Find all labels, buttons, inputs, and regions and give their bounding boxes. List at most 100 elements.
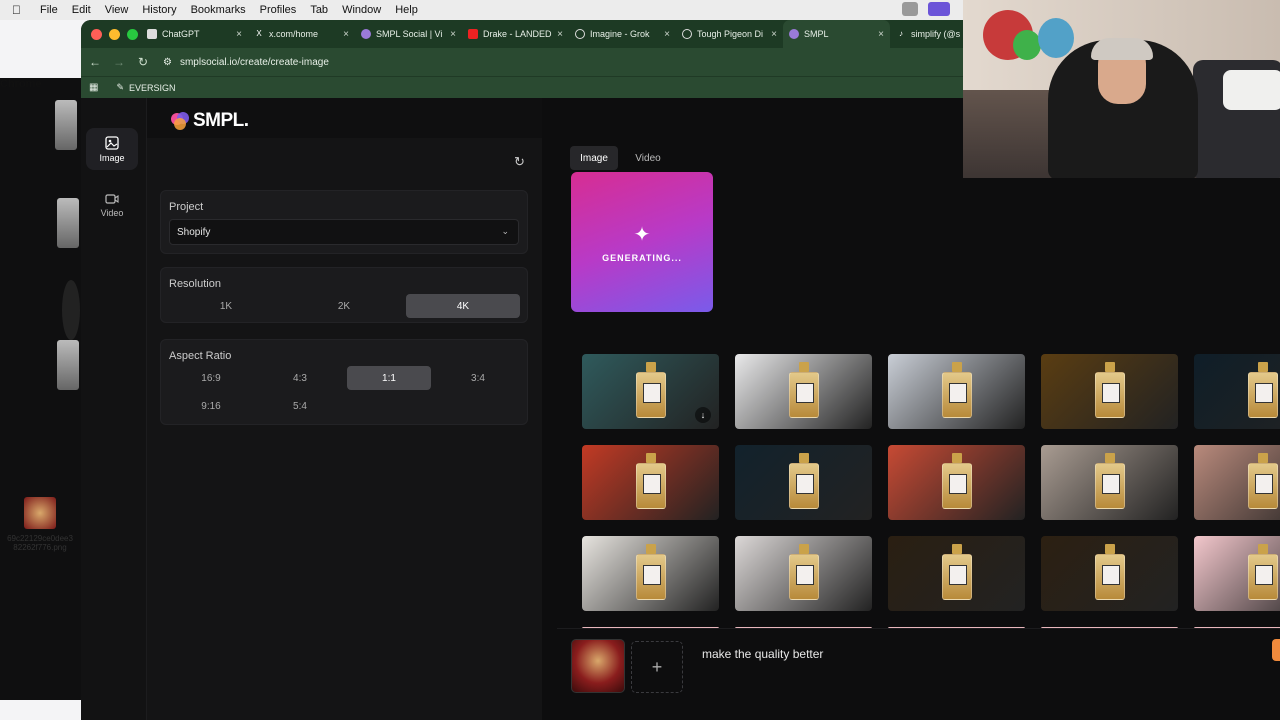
close-tab-icon[interactable]: × — [878, 29, 884, 40]
bottle-cap — [1104, 544, 1115, 554]
apple-icon[interactable]:  — [12, 3, 26, 17]
gallery-image[interactable] — [735, 354, 872, 429]
download-icon[interactable]: ↓ — [695, 407, 711, 423]
refresh-icon[interactable]: ↻ — [514, 154, 525, 170]
gallery-image[interactable] — [1194, 536, 1280, 611]
prompt-input[interactable]: make the quality better — [702, 647, 823, 661]
tab-imagine-grok[interactable]: Imagine - Grok × — [569, 20, 676, 48]
forward-icon[interactable]: → — [107, 55, 131, 69]
bottle-cap — [1257, 453, 1268, 463]
gallery-image[interactable] — [582, 536, 719, 611]
tab-tough-pigeon[interactable]: Tough Pigeon Di × — [676, 20, 783, 48]
tab-title: SMPL — [804, 29, 829, 39]
close-tab-icon[interactable]: × — [450, 29, 456, 40]
plus-icon: + — [651, 656, 663, 677]
gallery-image[interactable]: ↓ — [582, 354, 719, 429]
close-tab-icon[interactable]: × — [236, 29, 242, 40]
aspect-option-4-3[interactable]: 4:3 — [258, 366, 342, 390]
close-tab-icon[interactable]: × — [343, 29, 349, 40]
perfume-bottle — [635, 372, 666, 418]
back-icon[interactable]: ← — [83, 55, 107, 69]
minimize-window-button[interactable] — [109, 28, 120, 40]
tab-title: ChatGPT — [162, 29, 200, 39]
gallery-image[interactable] — [1194, 354, 1280, 429]
zoom-window-button[interactable] — [127, 28, 138, 40]
perfume-bottle — [1094, 554, 1125, 600]
desktop-file-icon[interactable] — [62, 280, 80, 340]
smpl-logo[interactable]: SMPL. — [169, 110, 249, 132]
menu-bookmarks[interactable]: Bookmarks — [191, 4, 246, 16]
url-text[interactable]: smplsocial.io/create/create-image — [180, 57, 329, 68]
menu-edit[interactable]: Edit — [72, 4, 91, 16]
desktop-file-icon[interactable] — [57, 340, 79, 390]
gallery-image[interactable] — [735, 536, 872, 611]
tab-x-home[interactable]: X x.com/home × — [248, 20, 355, 48]
screen-record-icon[interactable] — [928, 2, 950, 16]
menu-window[interactable]: Window — [342, 4, 381, 16]
status-icon[interactable] — [902, 2, 918, 16]
perfume-bottle — [635, 463, 666, 509]
close-window-button[interactable] — [91, 28, 102, 40]
tab-video[interactable]: Video — [624, 146, 672, 170]
perfume-bottle — [1247, 372, 1278, 418]
close-tab-icon[interactable]: × — [557, 29, 563, 40]
aspect-option-1-1[interactable]: 1:1 — [347, 366, 431, 390]
close-tab-icon[interactable]: × — [664, 29, 670, 40]
resolution-option-4k[interactable]: 4K — [406, 294, 520, 318]
generate-button[interactable] — [1272, 639, 1280, 661]
gallery-image[interactable] — [735, 445, 872, 520]
tab-chatgpt[interactable]: ChatGPT × — [141, 20, 248, 48]
resolution-option-1k[interactable]: 1K — [169, 294, 283, 318]
smpl-icon — [361, 29, 371, 39]
bottle-cap — [1257, 362, 1268, 372]
menu-tab[interactable]: Tab — [310, 4, 328, 16]
tab-smpl[interactable]: SMPL × — [783, 20, 890, 48]
gallery-image[interactable] — [582, 445, 719, 520]
gallery-image[interactable] — [1041, 445, 1178, 520]
sidebar-item-image[interactable]: Image — [86, 128, 138, 170]
bottle-cap — [798, 362, 809, 372]
project-label: Project — [169, 201, 204, 213]
gallery-image[interactable] — [888, 536, 1025, 611]
aspect-option-9-16[interactable]: 9:16 — [169, 394, 253, 418]
sidebar-item-label: Image — [99, 152, 125, 163]
menu-profiles[interactable]: Profiles — [260, 4, 297, 16]
gallery-image[interactable] — [1194, 445, 1280, 520]
desktop-file-icon[interactable] — [57, 198, 79, 248]
sidebar-item-label: Video — [100, 207, 124, 218]
tab-drake[interactable]: Drake - LANDED × — [462, 20, 569, 48]
gallery-image[interactable] — [1041, 354, 1178, 429]
reload-icon[interactable]: ↻ — [131, 55, 155, 69]
aspect-option-5-4[interactable]: 5:4 — [258, 394, 342, 418]
video-icon — [105, 193, 119, 204]
tab-image[interactable]: Image — [570, 146, 618, 170]
project-select[interactable]: Shopify ⌄ — [169, 219, 519, 245]
desktop-file-icon[interactable] — [55, 100, 77, 150]
reference-image-thumbnail[interactable] — [571, 639, 625, 693]
add-reference-button[interactable]: + — [631, 641, 683, 693]
desktop-file-label: 69c22129ce0dee3 82262f776.png — [7, 534, 73, 552]
menu-file[interactable]: File — [40, 4, 58, 16]
gallery-image[interactable] — [888, 354, 1025, 429]
close-tab-icon[interactable]: × — [771, 29, 777, 40]
gallery-image[interactable] — [1041, 536, 1178, 611]
aspect-ratio-card: Aspect Ratio 16:9 4:3 1:1 3:4 9:16 5:4 — [160, 339, 528, 425]
perfume-bottle — [788, 463, 819, 509]
sidebar-item-video[interactable]: Video — [86, 184, 138, 226]
site-info-icon[interactable]: ⚙ — [163, 57, 172, 68]
menu-history[interactable]: History — [142, 4, 176, 16]
gallery-image[interactable] — [888, 445, 1025, 520]
resolution-option-2k[interactable]: 2K — [287, 294, 401, 318]
bottle-cap — [645, 453, 656, 463]
aspect-option-16-9[interactable]: 16:9 — [169, 366, 253, 390]
apps-grid-icon[interactable]: ▦ — [89, 82, 98, 93]
menu-help[interactable]: Help — [395, 4, 418, 16]
sparkle-icon: ✦ — [633, 223, 651, 246]
tab-smpl-social[interactable]: SMPL Social | Vi × — [355, 20, 462, 48]
aspect-option-3-4[interactable]: 3:4 — [436, 366, 520, 390]
desktop-png-icon[interactable] — [24, 497, 56, 529]
perfume-bottle — [941, 463, 972, 509]
perfume-bottle — [941, 554, 972, 600]
menu-view[interactable]: View — [105, 4, 129, 16]
bookmark-eversign[interactable]: EVERSIGN — [129, 83, 176, 93]
